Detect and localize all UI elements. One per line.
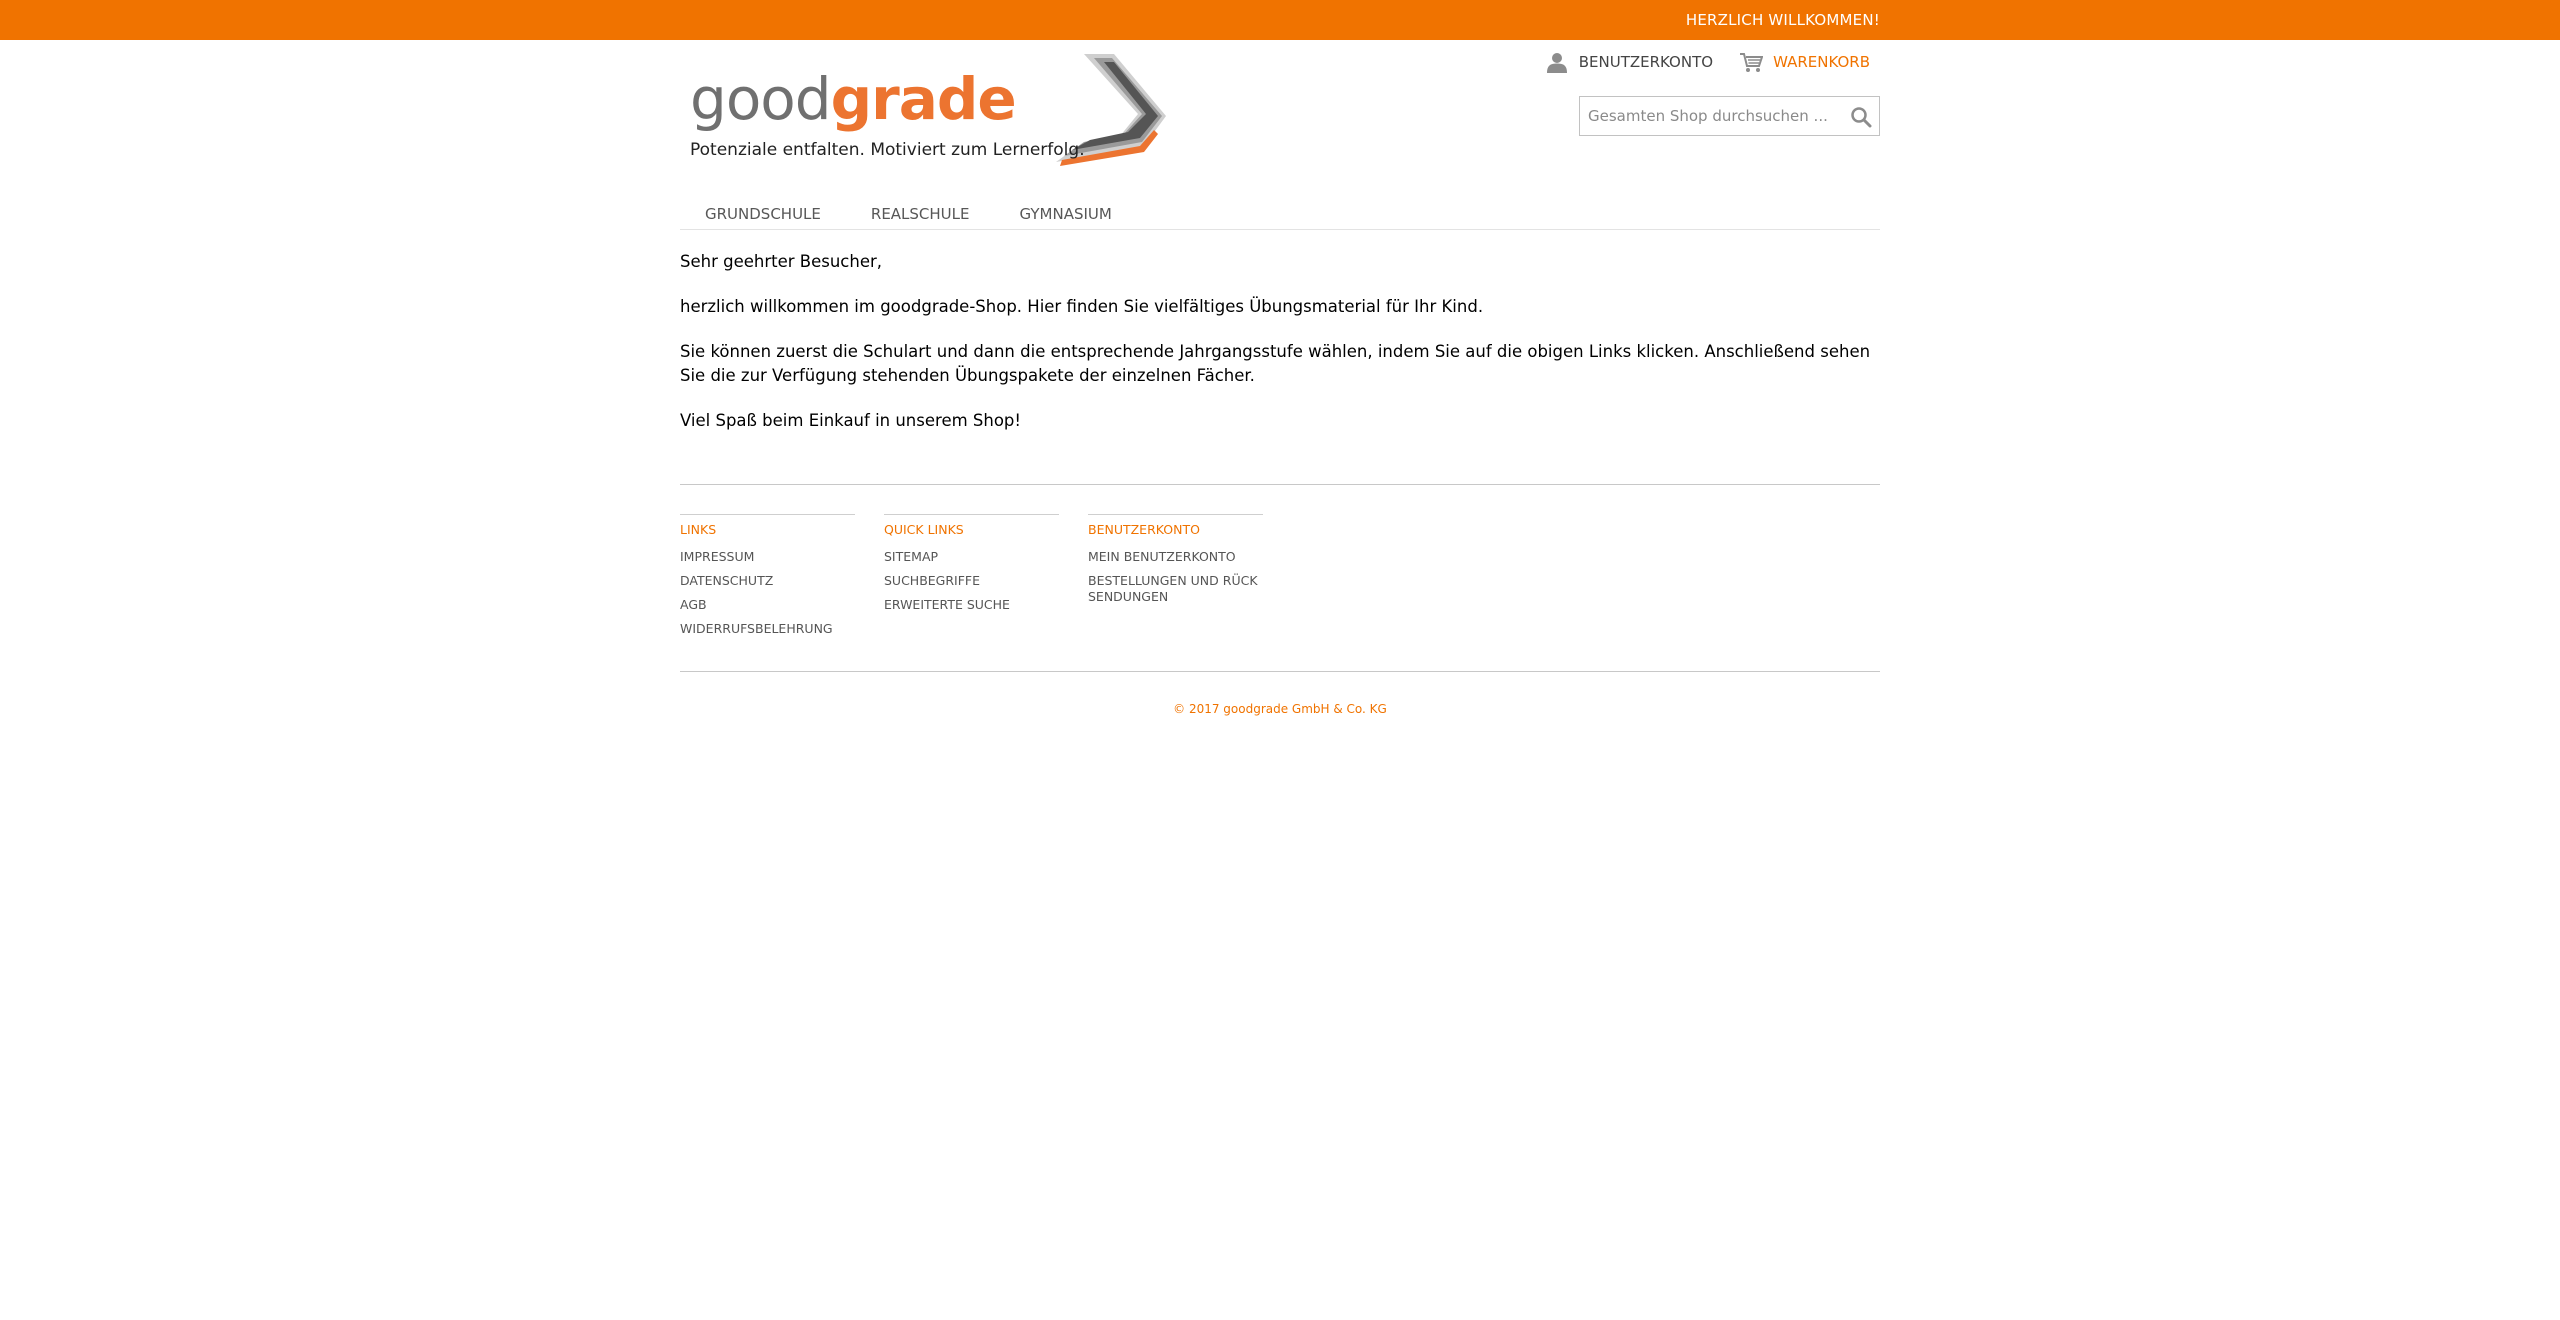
- nav-item-grundschule[interactable]: GRUNDSCHULE: [680, 190, 846, 230]
- footer-heading: BENUTZERKONTO: [1088, 522, 1200, 537]
- footer-link-widerrufsbelehrung[interactable]: WIDERRUFSBELEHRUNG: [680, 621, 855, 637]
- cart-link-label: WARENKORB: [1773, 53, 1870, 71]
- footer-heading: QUICK LINKS: [884, 522, 964, 537]
- account-link[interactable]: BENUTZERKONTO: [1545, 51, 1713, 73]
- footer-link-suchbegriffe[interactable]: SUCHBEGRIFFE: [884, 573, 1059, 589]
- footer-link-sitemap[interactable]: SITEMAP: [884, 549, 1059, 565]
- instructions-paragraph: Sie können zuerst die Schulart und dann …: [680, 342, 1871, 385]
- nav-item-realschule[interactable]: REALSCHULE: [846, 190, 995, 230]
- logo-word-grade: grade: [830, 65, 1017, 133]
- greeting-paragraph: Sehr geehrter Besucher,: [680, 252, 883, 271]
- user-icon: [1546, 53, 1567, 73]
- footer-link-erweiterte-suche[interactable]: ERWEITERTE SUCHE: [884, 597, 1059, 613]
- footer-link-bestellungen[interactable]: BESTELLUNGEN UND RÜCKSENDUNGEN: [1088, 573, 1263, 605]
- footer-divider: [680, 671, 1880, 672]
- closing-paragraph: Viel Spaß beim Einkauf in unserem Shop!: [680, 411, 1022, 430]
- search-box: [1579, 96, 1880, 136]
- top-bar: HERZLICH WILLKOMMEN!: [0, 0, 2560, 40]
- copyright-notice: © 2017 goodgrade GmbH & Co. KG: [1173, 702, 1387, 716]
- welcome-message: HERZLICH WILLKOMMEN!: [1685, 11, 1880, 29]
- header: goodgrade Potenziale entfalten. Motivier…: [680, 40, 1880, 190]
- footer-links: LINKS IMPRESSUM DATENSCHUTZ AGB WIDERRUF…: [680, 514, 1880, 644]
- site-logo[interactable]: goodgrade Potenziale entfalten. Motivier…: [686, 50, 1170, 166]
- logo-wordmark: goodgrade: [690, 70, 1017, 128]
- welcome-paragraph: herzlich willkommen im goodgrade-Shop. H…: [680, 297, 1484, 316]
- cart-link[interactable]: WARENKORB: [1739, 51, 1870, 73]
- footer-column-benutzerkonto: BENUTZERKONTO MEIN BENUTZERKONTO BESTELL…: [1088, 514, 1263, 613]
- footer-link-agb[interactable]: AGB: [680, 597, 855, 613]
- footer-link-mein-benutzerkonto[interactable]: MEIN BENUTZERKONTO: [1088, 549, 1263, 565]
- footer-heading: LINKS: [680, 522, 717, 537]
- footer-column-links: LINKS IMPRESSUM DATENSCHUTZ AGB WIDERRUF…: [680, 514, 855, 645]
- footer-column-quick-links: QUICK LINKS SITEMAP SUCHBEGRIFFE ERWEITE…: [884, 514, 1059, 621]
- main-navigation: GRUNDSCHULE REALSCHULE GYMNASIUM: [680, 190, 1880, 230]
- account-link-label: BENUTZERKONTO: [1578, 53, 1714, 71]
- logo-tagline: Potenziale entfalten. Motiviert zum Lern…: [690, 140, 1085, 160]
- search-icon[interactable]: [1849, 105, 1873, 129]
- account-links: BENUTZERKONTO WARENKORB: [1519, 50, 1870, 74]
- logo-word-good: good: [690, 65, 832, 133]
- search-input[interactable]: [1580, 97, 1840, 135]
- content-divider: [680, 484, 1880, 485]
- footer-link-datenschutz[interactable]: DATENSCHUTZ: [680, 573, 855, 589]
- nav-item-gymnasium[interactable]: GYMNASIUM: [995, 190, 1137, 230]
- main-content: Sehr geehrter Besucher, herzlich willkom…: [680, 250, 1880, 454]
- footer-link-impressum[interactable]: IMPRESSUM: [680, 549, 855, 565]
- cart-icon: [1740, 53, 1764, 72]
